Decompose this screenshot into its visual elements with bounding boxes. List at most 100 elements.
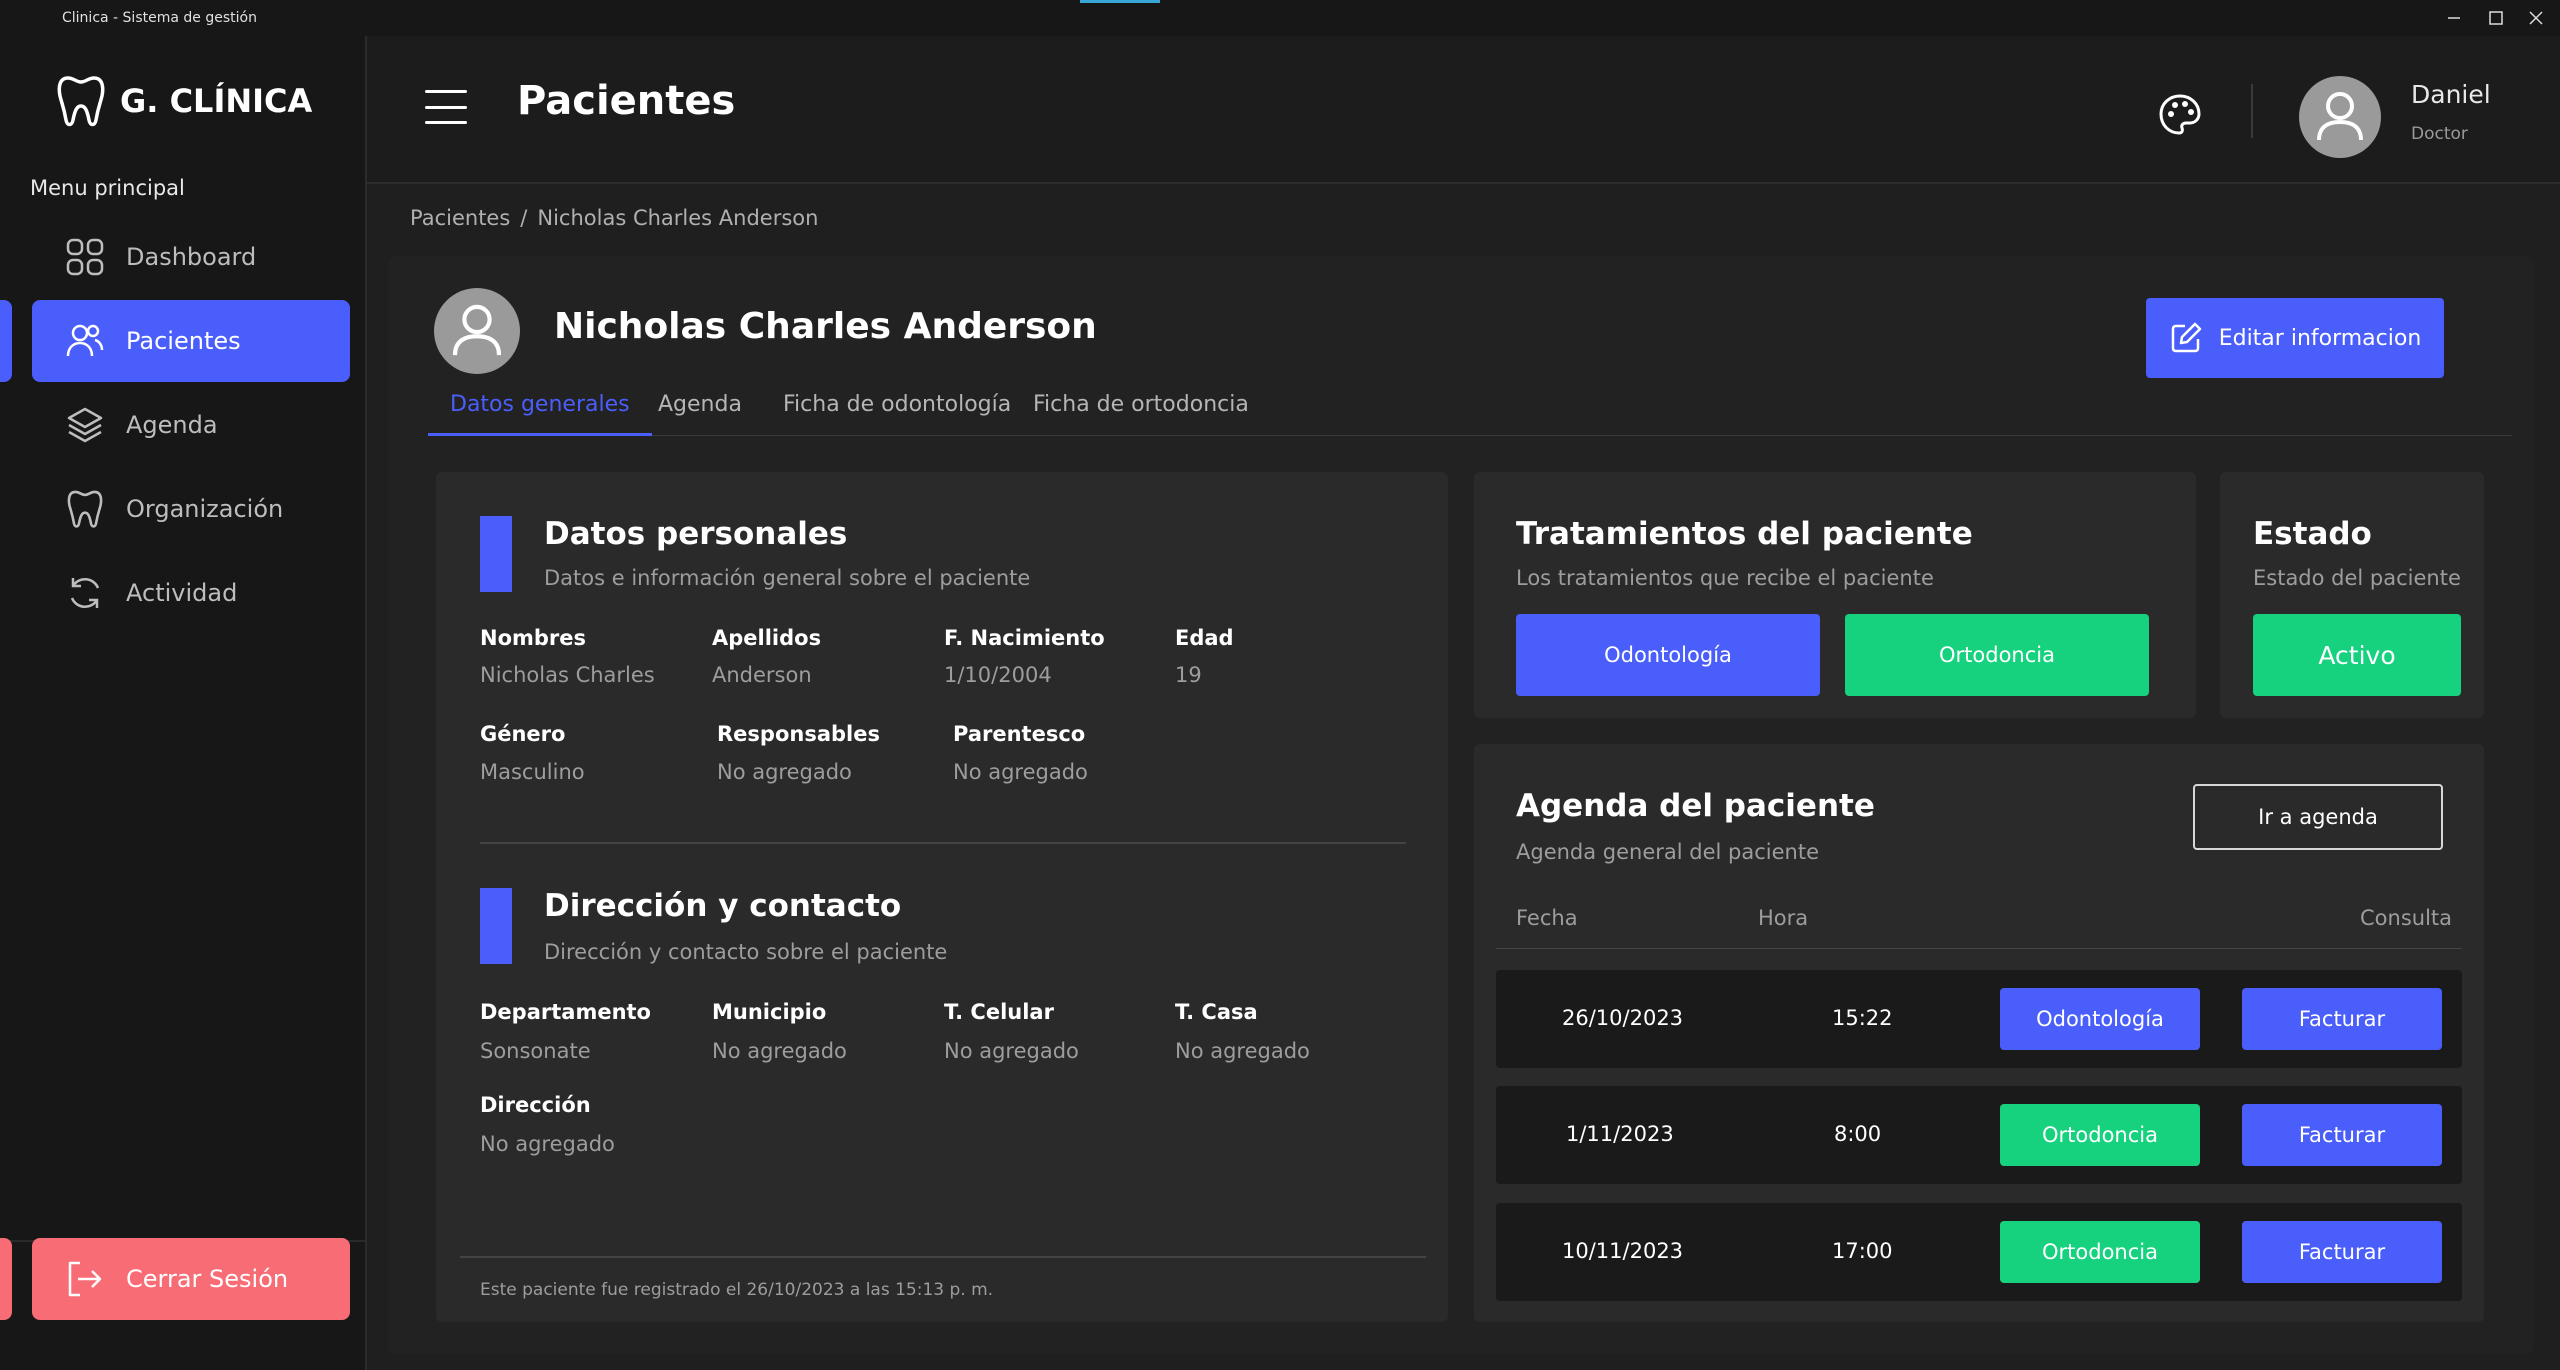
column-header-consulta: Consulta [2360,906,2453,930]
cell-date: 10/11/2023 [1562,1239,1684,1263]
breadcrumb: Pacientes / Nicholas Charles Anderson [410,206,818,230]
header-divider [2251,84,2253,138]
field-value: Masculino [480,760,585,784]
users-icon [66,324,104,357]
titlebar-accent [1080,0,1160,3]
consulta-type-badge[interactable]: Ortodoncia [2000,1104,2200,1166]
sidebar-item-actividad[interactable]: Actividad [32,552,350,634]
grid-icon [66,238,104,276]
breadcrumb-current: Nicholas Charles Anderson [537,206,819,230]
refresh-icon [70,578,100,608]
window-titlebar: Clinica - Sistema de gestión [0,0,2560,40]
field-label: Departamento [480,1000,651,1024]
personal-section-subtitle: Datos e información general sobre el pac… [544,566,1031,590]
tab-datos-generales[interactable]: Datos generales [428,392,652,436]
section-accent-bar [480,888,512,964]
field-label: F. Nacimiento [944,626,1105,650]
facturar-button[interactable]: Facturar [2242,1104,2442,1166]
field-value: No agregado [1175,1039,1310,1063]
agenda-subtitle: Agenda general del paciente [1516,840,1820,864]
palette-icon[interactable] [2157,92,2203,142]
treatment-odontologia-button[interactable]: Odontología [1516,614,1820,696]
active-indicator [0,300,12,382]
sidebar-border [365,36,367,1370]
menu-title: Menu principal [30,176,185,200]
tab-ficha-odontologia[interactable]: Ficha de odontología [783,392,1011,436]
sidebar-item-agenda[interactable]: Agenda [32,384,350,466]
status-subtitle: Estado del paciente [2253,566,2461,590]
table-row: 1/11/2023 8:00 Ortodoncia Facturar [1496,1086,2462,1184]
field-label: T. Casa [1175,1000,1258,1024]
field-value: Anderson [712,663,812,687]
treatment-ortodoncia-button[interactable]: Ortodoncia [1845,614,2149,696]
table-row: 10/11/2023 17:00 Ortodoncia Facturar [1496,1203,2462,1301]
tooth-logo-icon [57,76,105,127]
tab-agenda[interactable]: Agenda [658,392,742,436]
table-header-divider [1496,948,2462,949]
field-value: No agregado [717,760,852,784]
field-value: No agregado [953,760,1088,784]
personal-section-title: Datos personales [544,516,848,552]
field-label: Edad [1175,626,1234,650]
field-value: 19 [1175,663,1202,687]
tooth-icon [67,490,103,528]
close-icon[interactable] [2522,4,2550,32]
cell-date: 1/11/2023 [1566,1122,1674,1146]
treatments-subtitle: Los tratamientos que recibe el paciente [1516,566,1934,590]
facturar-button[interactable]: Facturar [2242,1221,2442,1283]
goto-agenda-button[interactable]: Ir a agenda [2193,784,2443,850]
sidebar-item-label: Agenda [126,411,218,439]
treatments-title: Tratamientos del paciente [1516,516,1973,552]
user-name: Daniel [2411,80,2491,109]
tab-ficha-ortodoncia[interactable]: Ficha de ortodoncia [1033,392,1249,436]
logout-icon [68,1261,102,1297]
field-value: No agregado [480,1132,615,1156]
logout-indicator [0,1238,12,1320]
minimize-icon[interactable] [2440,4,2468,32]
field-value: 1/10/2004 [944,663,1052,687]
status-badge: Activo [2253,614,2461,696]
field-label: Parentesco [953,722,1086,746]
sidebar-item-pacientes[interactable]: Pacientes [32,300,350,382]
logout-button[interactable]: Cerrar Sesión [32,1238,350,1320]
facturar-button[interactable]: Facturar [2242,988,2442,1050]
consulta-type-badge[interactable]: Ortodoncia [2000,1221,2200,1283]
contact-section-title: Dirección y contacto [544,888,902,924]
field-label: Municipio [712,1000,827,1024]
table-row: 26/10/2023 15:22 Odontología Facturar [1496,970,2462,1068]
field-label: Apellidos [712,626,822,650]
tab-bar: Datos generales Agenda Ficha de odontolo… [428,386,2512,436]
header: Pacientes Daniel Doctor [367,36,2560,184]
footer-divider [460,1256,1426,1258]
cell-time: 17:00 [1832,1239,1893,1263]
consulta-type-badge[interactable]: Odontología [2000,988,2200,1050]
field-label: Nombres [480,626,587,650]
sidebar-item-label: Pacientes [126,327,241,355]
patient-avatar [434,288,520,374]
field-value: Sonsonate [480,1039,591,1063]
edit-info-button[interactable]: Editar informacion [2146,298,2444,378]
breadcrumb-separator: / [520,206,528,230]
edit-icon [2171,322,2201,353]
user-role: Doctor [2411,124,2468,144]
section-divider [480,842,1406,844]
sidebar-item-dashboard[interactable]: Dashboard [32,216,350,298]
cell-time: 8:00 [1834,1122,1882,1146]
avatar[interactable] [2299,76,2381,158]
maximize-icon[interactable] [2482,4,2510,32]
column-header-hora: Hora [1758,906,1809,930]
field-label: Responsables [717,722,880,746]
field-label: Dirección [480,1093,591,1117]
sidebar-item-organizacion[interactable]: Organización [32,468,350,550]
layers-icon [67,407,103,443]
logout-label: Cerrar Sesión [126,1265,289,1293]
agenda-title: Agenda del paciente [1516,788,1875,824]
breadcrumb-parent[interactable]: Pacientes [410,206,510,230]
logo-text: G. CLÍNICA [120,82,313,120]
field-label: T. Celular [944,1000,1054,1024]
sidebar-item-label: Actividad [126,579,238,607]
field-value: No agregado [944,1039,1079,1063]
field-value: Nicholas Charles [480,663,655,687]
hamburger-menu-icon[interactable] [425,90,467,124]
edit-info-label: Editar informacion [2218,325,2422,351]
